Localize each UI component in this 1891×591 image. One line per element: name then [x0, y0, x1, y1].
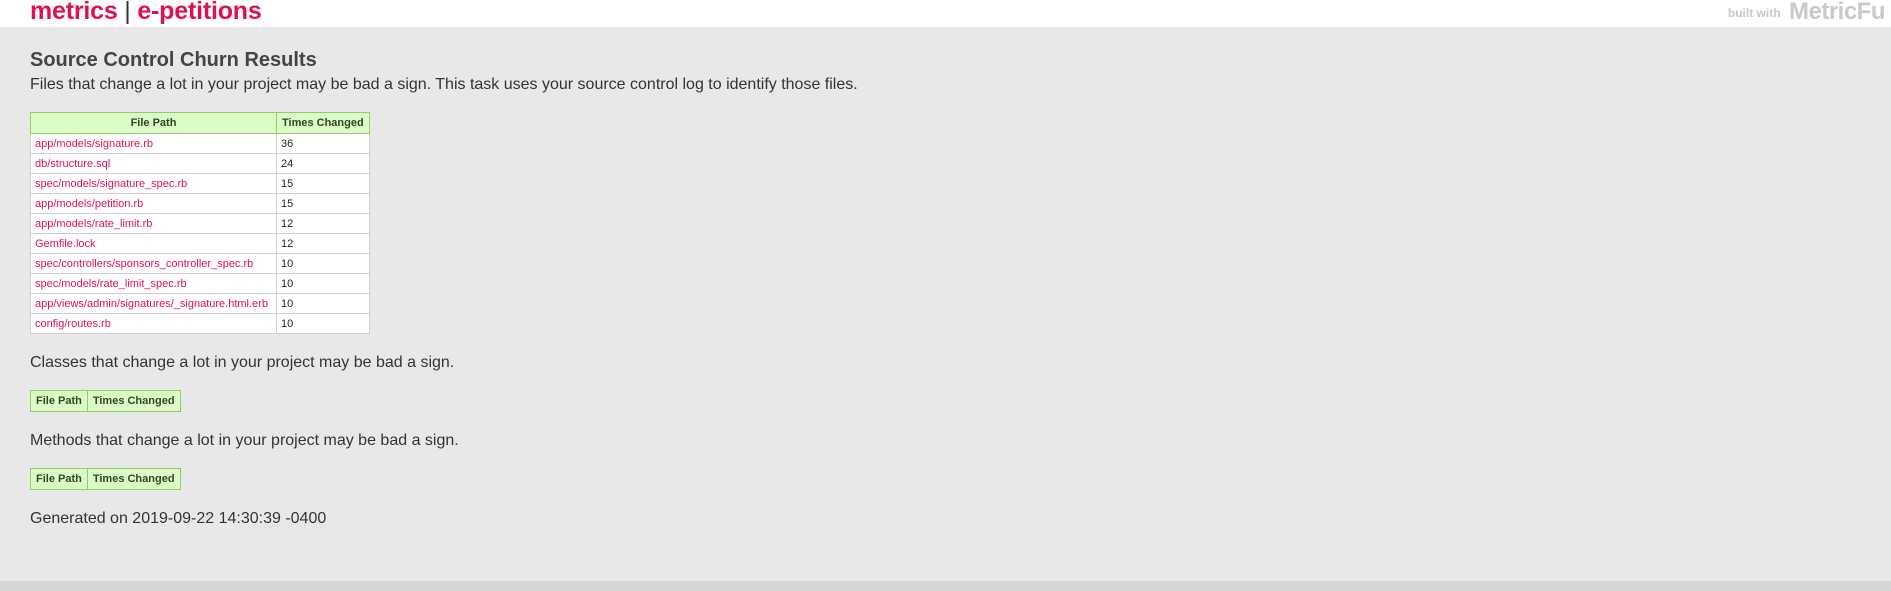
top-header: metrics | e-petitions built with MetricF… [0, 0, 1891, 27]
file-path-cell: spec/models/signature_spec.rb [30, 173, 277, 194]
table-header-row: File Path Times Changed [30, 390, 181, 412]
brand-prefix[interactable]: metrics [30, 0, 118, 25]
files-churn-table: File Path Times Changed app/models/signa… [30, 112, 370, 334]
brand-separator: | [124, 0, 131, 25]
times-changed-cell: 12 [276, 233, 370, 254]
classes-churn-table: File Path Times Changed [30, 390, 181, 412]
column-header-times-changed[interactable]: Times Changed [276, 112, 370, 134]
times-changed-cell: 10 [276, 253, 370, 274]
table-row: db/structure.sql 24 [30, 153, 370, 174]
column-header-times-changed[interactable]: Times Changed [86, 390, 181, 412]
main-content: Source Control Churn Results Files that … [30, 48, 1860, 530]
site-title: metrics | e-petitions [30, 0, 262, 26]
file-path-link[interactable]: spec/models/signature_spec.rb [35, 178, 187, 190]
metricfu-logo[interactable]: MetricFu [1789, 0, 1886, 25]
table-row: config/routes.rb 10 [30, 313, 370, 334]
file-path-link[interactable]: spec/models/rate_limit_spec.rb [35, 278, 187, 290]
table-row: app/models/petition.rb 15 [30, 193, 370, 214]
times-changed-cell: 10 [276, 313, 370, 334]
table-row: app/models/signature.rb 36 [30, 133, 370, 154]
project-name[interactable]: e-petitions [137, 0, 261, 25]
table-row: spec/models/signature_spec.rb 15 [30, 173, 370, 194]
file-path-link[interactable]: app/models/signature.rb [35, 138, 153, 150]
methods-churn-table: File Path Times Changed [30, 468, 181, 490]
file-path-link[interactable]: db/structure.sql [35, 158, 110, 170]
times-changed-cell: 10 [276, 293, 370, 314]
file-path-link[interactable]: config/routes.rb [35, 318, 111, 330]
file-path-cell: config/routes.rb [30, 313, 277, 334]
table-header-row: File Path Times Changed [30, 468, 181, 490]
column-header-times-changed[interactable]: Times Changed [86, 468, 181, 490]
built-with-label: built with [1727, 6, 1781, 20]
times-changed-cell: 24 [276, 153, 370, 174]
file-path-cell: app/models/signature.rb [30, 133, 277, 154]
built-with-badge[interactable]: built with MetricFu [1727, 0, 1886, 26]
table-row: app/views/admin/signatures/_signature.ht… [30, 293, 370, 314]
file-path-cell: app/views/admin/signatures/_signature.ht… [30, 293, 277, 314]
file-path-link[interactable]: app/models/rate_limit.rb [35, 218, 152, 230]
file-path-link[interactable]: app/views/admin/signatures/_signature.ht… [35, 298, 268, 310]
table-row: spec/models/rate_limit_spec.rb 10 [30, 273, 370, 294]
file-path-cell: Gemfile.lock [30, 233, 277, 254]
table-row: spec/controllers/sponsors_controller_spe… [30, 253, 370, 274]
file-path-link[interactable]: app/models/petition.rb [35, 198, 143, 210]
classes-text: Classes that change a lot in your projec… [30, 354, 455, 371]
times-changed-cell: 15 [276, 173, 370, 194]
column-header-file-path[interactable]: File Path [30, 112, 277, 134]
file-path-cell: app/models/rate_limit.rb [30, 213, 277, 234]
file-path-cell: db/structure.sql [30, 153, 277, 174]
file-path-link[interactable]: Gemfile.lock [35, 238, 96, 250]
column-header-file-path[interactable]: File Path [30, 468, 88, 490]
table-header-row: File Path Times Changed [30, 112, 370, 134]
files-table-body: app/models/signature.rb 36 db/structure.sq… [30, 133, 370, 334]
times-changed-cell: 36 [276, 133, 370, 154]
times-changed-cell: 10 [276, 273, 370, 294]
generated-timestamp: Generated on 2019-09-22 14:30:39 -0400 [30, 510, 327, 527]
file-path-cell: spec/models/rate_limit_spec.rb [30, 273, 277, 294]
file-path-link[interactable]: spec/controllers/sponsors_controller_spe… [35, 258, 253, 270]
table-row: Gemfile.lock 12 [30, 233, 370, 254]
table-row: app/models/rate_limit.rb 12 [30, 213, 370, 234]
footer-bar [0, 581, 1891, 591]
intro-text: Files that change a lot in your project … [30, 76, 858, 93]
file-path-cell: spec/controllers/sponsors_controller_spe… [30, 253, 277, 274]
times-changed-cell: 12 [276, 213, 370, 234]
page-title: Source Control Churn Results [30, 49, 317, 71]
column-header-file-path[interactable]: File Path [30, 390, 88, 412]
times-changed-cell: 15 [276, 193, 370, 214]
methods-text: Methods that change a lot in your projec… [30, 432, 459, 449]
file-path-cell: app/models/petition.rb [30, 193, 277, 214]
